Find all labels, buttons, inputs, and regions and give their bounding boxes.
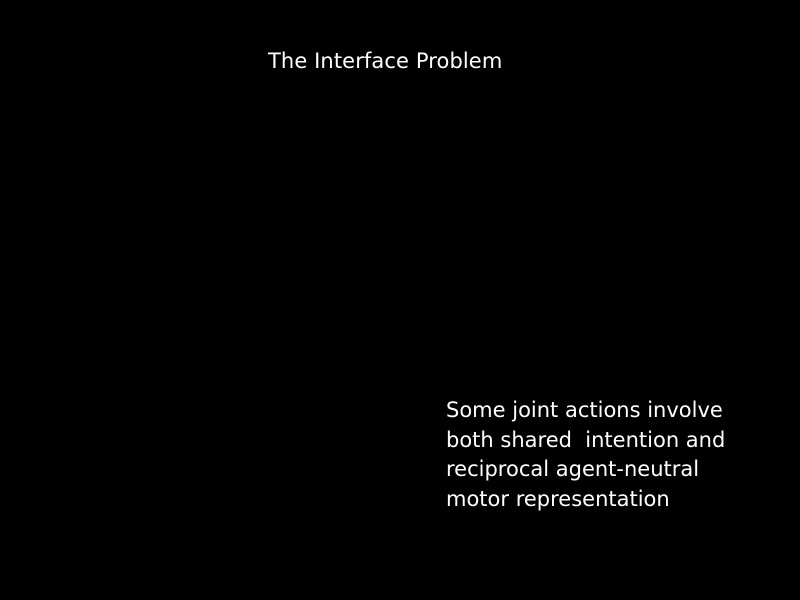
- body-line-1: Some joint actions involve: [446, 398, 723, 422]
- body-line-4: motor representation: [446, 486, 670, 511]
- slide-title: The Interface Problem: [268, 49, 503, 73]
- slide-body-text: Some joint actions involve both shared i…: [446, 396, 786, 514]
- body-line-2: both shared intention and: [446, 427, 726, 452]
- slide: The Interface Problem Some joint actions…: [0, 0, 800, 600]
- body-line-3: reciprocal agent-neutral: [446, 457, 700, 481]
